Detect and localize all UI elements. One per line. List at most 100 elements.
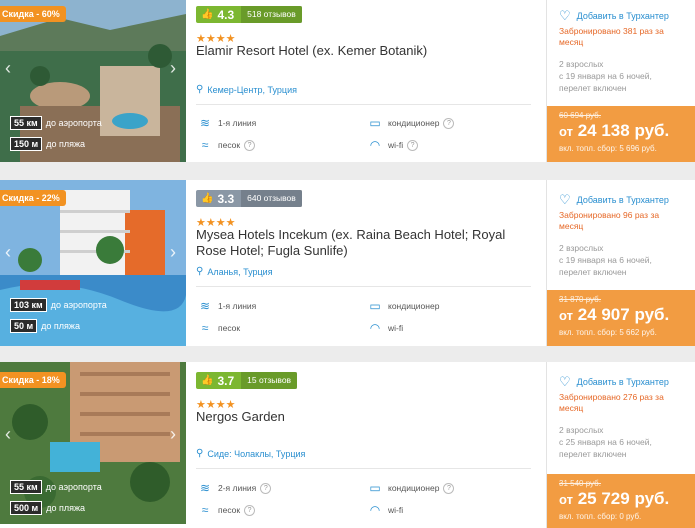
beach-distance: 150 м до пляжа (10, 137, 85, 151)
divider (196, 286, 531, 287)
feature-line: ≋ 2-я линия? (196, 481, 272, 495)
wifi-icon: ◠ (369, 503, 381, 517)
prev-photo-arrow-icon[interactable]: ‹ (5, 424, 11, 445)
price-panel: ♡ Добавить в Турхантер Забронировано 96 р… (546, 180, 695, 346)
hotel-photo[interactable]: Скидка - 18% ‹ › 55 км до аэропорта 500 м… (0, 362, 186, 528)
beach-distance: 500 м до пляжа (10, 501, 85, 515)
hotel-name[interactable]: Mysea Hotels Incekum (ex. Raina Beach Ho… (196, 227, 531, 259)
feature-line: ≋ 1-я линия (196, 299, 256, 313)
hotel-info: 👍 4.3 518 отзывов ★★★★ Elamir Resort Hot… (196, 0, 536, 162)
feature-wifi: ◠ wi-fi? (366, 138, 419, 152)
fuel-fee: вкл. топл. сбор: 0 руб. (559, 512, 642, 521)
thumbs-up-icon: 👍 (201, 9, 214, 20)
divider (196, 468, 531, 469)
feature-beach: ≈ песок (196, 321, 240, 335)
feature-line: ≋ 1-я линия (196, 116, 256, 130)
prev-photo-arrow-icon[interactable]: ‹ (5, 242, 11, 263)
tour-details: 2 взрослых с 19 января на 6 ночей, перелет… (559, 243, 652, 277)
beach-icon: ≈ (201, 503, 209, 517)
hotel-photo[interactable]: Скидка - 22% ‹ › 103 км до аэропорта 50 м… (0, 180, 186, 346)
booked-count: Забронировано 276 раз за месяц (559, 392, 664, 413)
help-icon[interactable]: ? (443, 117, 455, 129)
rating-badge[interactable]: 👍 3.3 640 отзывов (196, 190, 302, 207)
old-price: 60 694 руб. (559, 111, 601, 120)
next-photo-arrow-icon[interactable]: › (170, 58, 176, 79)
reviews-count: 15 отзывов (241, 372, 298, 389)
separator (0, 162, 695, 176)
feature-ac: ▭ кондиционер (366, 299, 439, 313)
help-icon[interactable]: ? (244, 504, 256, 516)
hotel-card[interactable]: Скидка - 22% ‹ › 103 км до аэропорта 50 м… (0, 180, 695, 346)
old-price: 31 870 руб. (559, 295, 601, 304)
rating-badge[interactable]: 👍 3.7 15 отзывов (196, 372, 298, 389)
wifi-icon: ◠ (369, 138, 381, 152)
airport-distance: 55 км до аэропорта (10, 480, 102, 494)
booked-count: Забронировано 96 раз за месяц (559, 210, 660, 231)
tour-details: 2 взрослых с 25 января на 6 ночей, перелет… (559, 425, 652, 459)
heart-icon: ♡ (559, 192, 571, 207)
feature-beach: ≈ песок? (196, 503, 256, 517)
beach-icon: ≈ (201, 321, 209, 335)
location-pin-icon: ⚲ (196, 448, 204, 459)
next-photo-arrow-icon[interactable]: › (170, 242, 176, 263)
hotel-location[interactable]: ⚲ Сиде: Чолаклы, Турция (196, 448, 305, 459)
beach-distance: 50 м до пляжа (10, 319, 80, 333)
waves-icon: ≋ (199, 299, 211, 313)
hotel-location[interactable]: ⚲ Аланья, Турция (196, 266, 273, 277)
waves-icon: ≋ (199, 481, 211, 495)
tour-details: 2 взрослых с 19 января на 6 ночей, перелет… (559, 59, 652, 93)
help-icon[interactable]: ? (443, 482, 455, 494)
help-icon[interactable]: ? (260, 482, 272, 494)
discount-badge: Скидка - 18% (0, 372, 66, 388)
hotel-name[interactable]: Elamir Resort Hotel (ex. Kemer Botanik) (196, 43, 531, 59)
fuel-fee: вкл. топл. сбор: 5 696 руб. (559, 144, 657, 153)
current-price: от 25 729 руб. (559, 489, 670, 508)
rating-badge[interactable]: 👍 4.3 518 отзывов (196, 6, 302, 23)
rating-score: 4.3 (217, 7, 235, 22)
next-photo-arrow-icon[interactable]: › (170, 424, 176, 445)
price-button[interactable]: 31 540 руб. от 25 729 руб. вкл. топл. сб… (547, 474, 695, 528)
hotel-location[interactable]: ⚲ Кемер-Центр, Турция (196, 84, 297, 95)
location-pin-icon: ⚲ (196, 266, 204, 277)
rating-score: 3.3 (217, 191, 235, 206)
air-conditioner-icon: ▭ (369, 116, 381, 130)
location-pin-icon: ⚲ (196, 84, 204, 95)
price-button[interactable]: 31 870 руб. от 24 907 руб. вкл. топл. сб… (547, 290, 695, 346)
air-conditioner-icon: ▭ (369, 299, 381, 313)
discount-badge: Скидка - 60% (0, 6, 66, 22)
airport-distance: 55 км до аэропорта (10, 116, 102, 130)
booked-count: Забронировано 381 раз за месяц (559, 26, 664, 47)
hotel-photo[interactable]: Скидка - 60% ‹ › 55 км до аэропорта 150 м… (0, 0, 186, 162)
airport-distance: 103 км до аэропорта (10, 298, 107, 312)
price-button[interactable]: 60 694 руб. от 24 138 руб. вкл. топл. сб… (547, 106, 695, 162)
hotel-info: 👍 3.7 15 отзывов ★★★★ Nergos Garden ⚲ Сид… (196, 362, 536, 528)
thumbs-up-icon: 👍 (201, 193, 214, 204)
beach-icon: ≈ (201, 138, 209, 152)
prev-photo-arrow-icon[interactable]: ‹ (5, 58, 11, 79)
add-to-favorites-button[interactable]: ♡ Добавить в Турхантер (559, 8, 669, 24)
heart-icon: ♡ (559, 8, 571, 23)
hotel-name[interactable]: Nergos Garden (196, 409, 531, 425)
current-price: от 24 907 руб. (559, 305, 670, 324)
hotel-card[interactable]: Скидка - 18% ‹ › 55 км до аэропорта 500 м… (0, 362, 695, 528)
price-panel: ♡ Добавить в Турхантер Забронировано 276 … (546, 362, 695, 528)
thumbs-up-icon: 👍 (201, 375, 214, 386)
add-to-favorites-button[interactable]: ♡ Добавить в Турхантер (559, 374, 669, 390)
current-price: от 24 138 руб. (559, 121, 670, 140)
air-conditioner-icon: ▭ (369, 481, 381, 495)
add-to-favorites-button[interactable]: ♡ Добавить в Турхантер (559, 192, 669, 208)
old-price: 31 540 руб. (559, 479, 601, 488)
separator (0, 346, 695, 360)
hotel-card[interactable]: Скидка - 60% ‹ › 55 км до аэропорта 150 м… (0, 0, 695, 162)
help-icon[interactable]: ? (244, 139, 256, 151)
feature-wifi: ◠ wi-fi (366, 503, 403, 517)
reviews-count: 640 отзывов (241, 190, 302, 207)
hotel-info: 👍 3.3 640 отзывов ★★★★ Mysea Hotels Ince… (196, 180, 536, 346)
help-icon[interactable]: ? (407, 139, 419, 151)
waves-icon: ≋ (199, 116, 211, 130)
feature-wifi: ◠ wi-fi (366, 321, 403, 335)
rating-score: 3.7 (217, 373, 235, 388)
divider (196, 104, 531, 105)
fuel-fee: вкл. топл. сбор: 5 662 руб. (559, 328, 657, 337)
price-panel: ♡ Добавить в Турхантер Забронировано 381 … (546, 0, 695, 162)
